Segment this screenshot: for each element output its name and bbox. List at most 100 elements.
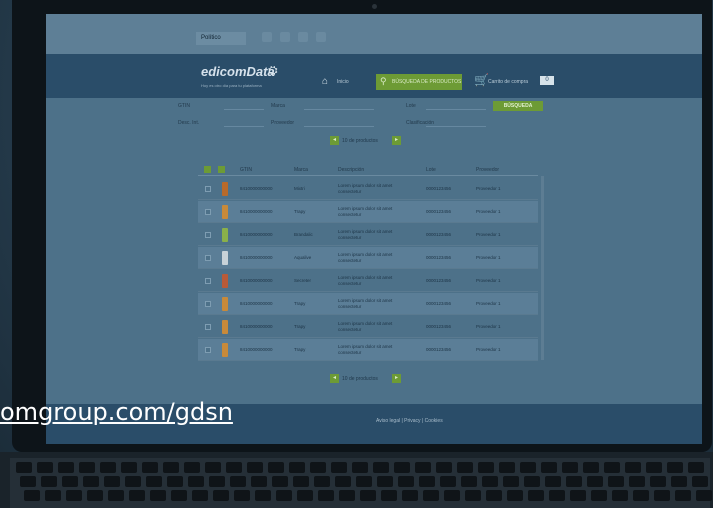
app-header: edicomData ⛭ Hoy es otro día para tu pla… <box>46 54 702 98</box>
home-icon[interactable]: ⌂ <box>322 76 328 87</box>
row-checkbox[interactable] <box>205 186 211 192</box>
keyboard-key <box>209 476 225 487</box>
app-logo[interactable]: edicomData <box>201 64 275 79</box>
keyboard-key <box>566 476 582 487</box>
cell-lot: 0000123456 <box>426 209 452 214</box>
row-checkbox[interactable] <box>205 324 211 330</box>
linkedin-icon[interactable] <box>298 32 308 42</box>
keyboard-key <box>184 462 200 473</box>
classification-input[interactable] <box>426 117 486 127</box>
row-checkbox[interactable] <box>205 255 211 261</box>
product-thumbnail <box>222 251 228 265</box>
search-button[interactable]: BÚSQUEDA <box>493 101 543 111</box>
home-link[interactable]: Inicio <box>337 79 349 85</box>
cell-supplier: Proveedor 1 <box>476 209 501 214</box>
keyboard-key <box>276 490 292 501</box>
keyboard-key <box>457 462 473 473</box>
table-row[interactable]: 8410000000000 Brandalic Lorem ipsum dolor … <box>198 224 538 246</box>
next-page-button-bottom[interactable]: ▸ <box>392 374 401 383</box>
overlay-url-link[interactable]: omgroup.com/gdsn <box>0 398 233 426</box>
top-bar: Político <box>46 14 702 54</box>
keyboard-key <box>125 476 141 487</box>
keyboard-key <box>587 476 603 487</box>
row-checkbox[interactable] <box>205 209 211 215</box>
cart-icon[interactable]: 🛒 <box>474 73 489 87</box>
cell-description: Lorem ipsum dolor sit amet consectetur <box>338 298 393 309</box>
footer-links[interactable]: Aviso legal | Privacy | Cookies <box>376 418 443 424</box>
cell-description: Lorem ipsum dolor sit amet consectetur <box>338 275 393 286</box>
keyboard-key <box>625 462 641 473</box>
cell-description: Lorem ipsum dolor sit amet consectetur <box>338 206 393 217</box>
cell-description: Lorem ipsum dolor sit amet consectetur <box>338 252 393 263</box>
row-checkbox[interactable] <box>205 301 211 307</box>
col-description[interactable]: Descripción <box>338 167 364 173</box>
keyboard-key <box>503 476 519 487</box>
table-row[interactable]: 8410000000000 Trapy Lorem ipsum dolor sit … <box>198 316 538 338</box>
keyboard-key <box>41 476 57 487</box>
table-row[interactable]: 8410000000000 Mixtri Lorem ipsum dolor sit… <box>198 178 538 200</box>
keyboard-key <box>104 476 120 487</box>
cart-count-badge: 0 <box>540 76 554 85</box>
table-row[interactable]: 8410000000000 Trapy Lorem ipsum dolor sit … <box>198 339 538 361</box>
row-checkbox[interactable] <box>205 278 211 284</box>
cell-brand: Trapy <box>294 347 306 352</box>
next-page-button[interactable]: ▸ <box>392 136 401 145</box>
facebook-icon[interactable] <box>262 32 272 42</box>
tab-product-search-label: BÚSQUEDA DE PRODUCTOS <box>392 79 462 85</box>
col-supplier[interactable]: Proveedor <box>476 167 499 173</box>
table-row[interactable]: 8410000000000 Trapy Lorem ipsum dolor sit … <box>198 293 538 315</box>
keyboard-key <box>339 490 355 501</box>
keyboard-key <box>352 462 368 473</box>
table-row[interactable]: 8410000000000 Secreter Lorem ipsum dolor s… <box>198 270 538 292</box>
table-row[interactable]: 8410000000000 Aqualive Lorem ipsum dolor s… <box>198 247 538 269</box>
twitter-icon[interactable] <box>280 32 290 42</box>
col-gtin[interactable]: GTIN <box>240 167 252 173</box>
keyboard-key <box>356 476 372 487</box>
keyboard-key <box>583 462 599 473</box>
cell-lot: 0000123456 <box>426 324 452 329</box>
row-checkbox[interactable] <box>205 232 211 238</box>
keyboard-key <box>83 476 99 487</box>
table-scrollbar[interactable] <box>541 176 544 360</box>
keyboard-key <box>150 490 166 501</box>
lot-input[interactable] <box>426 100 486 110</box>
keyboard-key <box>45 490 61 501</box>
keyboard-key <box>121 462 137 473</box>
cell-lot: 0000123456 <box>426 278 452 283</box>
keyboard-key <box>268 462 284 473</box>
cart-link[interactable]: Carrito de compra <box>488 79 528 85</box>
keyboard-key <box>314 476 330 487</box>
select-all-icon[interactable] <box>204 166 211 173</box>
keyboard-key <box>310 462 326 473</box>
keyboard-key <box>549 490 565 501</box>
product-thumbnail <box>222 343 228 357</box>
keyboard-key <box>507 490 523 501</box>
keyboard-key <box>163 462 179 473</box>
tab-product-search[interactable]: ⚲ BÚSQUEDA DE PRODUCTOS <box>376 74 462 90</box>
row-checkbox[interactable] <box>205 347 211 353</box>
keyboard-key <box>461 476 477 487</box>
prev-page-button[interactable]: ◂ <box>330 136 339 145</box>
col-lot[interactable]: Lote <box>426 167 436 173</box>
brand-input[interactable] <box>304 100 374 110</box>
keyboard-key <box>335 476 351 487</box>
keyboard-key <box>486 490 502 501</box>
rss-icon[interactable] <box>316 32 326 42</box>
keyboard-key <box>612 490 628 501</box>
keyboard-key <box>419 476 435 487</box>
language-select[interactable]: Político <box>196 32 246 45</box>
col-brand[interactable]: Marca <box>294 167 308 173</box>
desc-input[interactable] <box>224 117 264 127</box>
keyboard-key <box>415 462 431 473</box>
prev-page-button-bottom[interactable]: ◂ <box>330 374 339 383</box>
keyboard-key <box>646 462 662 473</box>
keyboard-key <box>528 490 544 501</box>
cell-gtin: 8410000000000 <box>240 278 273 283</box>
search-icon: ⚲ <box>380 76 387 86</box>
table-row[interactable]: 8410000000000 Trapy Lorem ipsum dolor sit … <box>198 201 538 223</box>
keyboard-key <box>230 476 246 487</box>
supplier-input[interactable] <box>304 117 374 127</box>
gtin-input[interactable] <box>224 100 264 110</box>
cell-description: Lorem ipsum dolor sit amet consectetur <box>338 321 393 332</box>
keyboard-key <box>520 462 536 473</box>
